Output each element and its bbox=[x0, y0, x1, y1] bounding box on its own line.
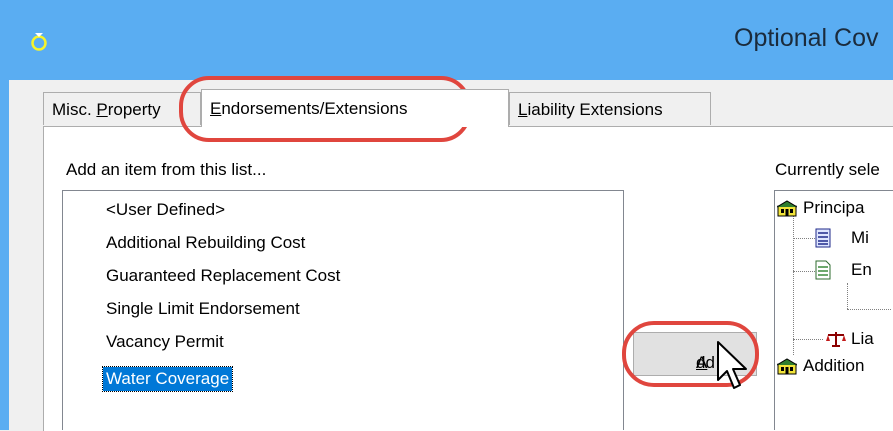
list-item[interactable]: Additional Rebuilding Cost bbox=[103, 231, 308, 255]
tab-misc-property[interactable]: Misc. Property bbox=[43, 92, 201, 125]
available-items-list[interactable]: <User Defined> Additional Rebuilding Cos… bbox=[62, 190, 624, 430]
house-icon bbox=[777, 358, 797, 375]
list-item[interactable]: <User Defined> bbox=[103, 198, 228, 222]
window-frame bbox=[0, 80, 9, 430]
list-item[interactable]: Guaranteed Replacement Cost bbox=[103, 264, 343, 288]
window-title: Optional Cov bbox=[734, 24, 879, 52]
list-item[interactable]: Vacancy Permit bbox=[103, 330, 227, 354]
list-item-selected[interactable]: Water Coverage bbox=[101, 366, 234, 392]
document-green-icon bbox=[815, 260, 831, 280]
tree-connector bbox=[793, 339, 823, 340]
tree-connector bbox=[793, 271, 815, 272]
list-item[interactable]: Single Limit Endorsement bbox=[103, 297, 303, 321]
title-bar: Optional Cov bbox=[0, 0, 893, 80]
selected-items-label: Currently sele bbox=[775, 160, 880, 179]
available-items-label: Add an item from this list... bbox=[66, 160, 267, 179]
tree-connector bbox=[793, 238, 815, 239]
mouse-cursor-icon bbox=[717, 341, 747, 389]
tab-liability-extensions[interactable]: Liability Extensions bbox=[509, 92, 711, 125]
tree-connector bbox=[847, 283, 848, 309]
selected-items-tree[interactable]: Principa Mi En Lia Addition bbox=[774, 190, 893, 430]
tree-connector bbox=[847, 309, 891, 310]
house-icon bbox=[777, 200, 797, 217]
tree-connector bbox=[793, 215, 794, 355]
document-lines-icon bbox=[815, 228, 831, 248]
scales-icon bbox=[826, 332, 846, 347]
tab-endorsements-extensions[interactable]: Endorsements/Extensions bbox=[201, 89, 509, 127]
app-ring-icon bbox=[31, 33, 47, 51]
